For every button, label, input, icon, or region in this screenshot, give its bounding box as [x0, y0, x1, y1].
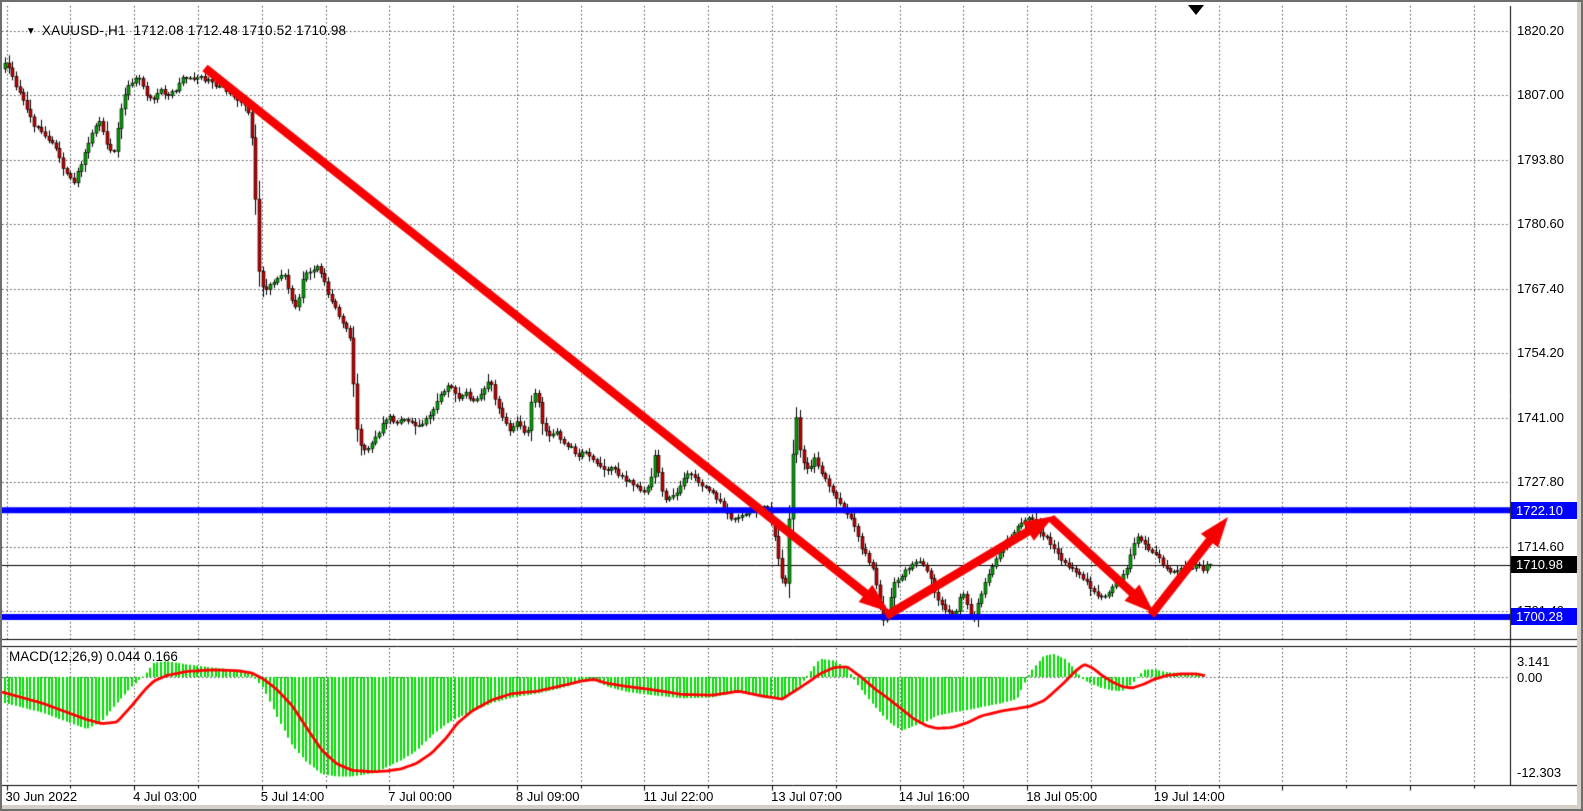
time-axis-label: 18 Jul 05:00 [1026, 789, 1097, 804]
symbol-timeframe-label: XAUUSD-,H1 [42, 23, 126, 38]
time-axis-label: 8 Jul 09:00 [516, 789, 580, 804]
price-tick-label: 1820.20 [1517, 23, 1564, 38]
macd-scale-max: 3.141 [1517, 654, 1550, 669]
price-tick-label: 1741.00 [1517, 410, 1564, 425]
window-right-edge [1577, 2, 1581, 809]
symbol-dropdown-icon[interactable]: ▼ [26, 26, 36, 37]
price-tick-label: 1754.20 [1517, 345, 1564, 360]
time-axis-label: 5 Jul 14:00 [261, 789, 325, 804]
time-axis-label: 11 Jul 22:00 [644, 789, 714, 804]
time-axis-label: 7 Jul 00:00 [388, 789, 452, 804]
price-tick-label: 1807.00 [1517, 87, 1564, 102]
candlestick-chart-canvas[interactable] [2, 2, 1583, 811]
macd-scale-min: -12.303 [1517, 765, 1561, 780]
time-axis-label: 30 Jun 2022 [6, 789, 78, 804]
level-price-badge: 1722.10 [1511, 502, 1583, 519]
price-tick-label: 1793.80 [1517, 152, 1564, 167]
macd-indicator-label: MACD(12,26,9) 0.044 0.166 [9, 649, 178, 664]
current-price-badge: 1710.98 [1511, 556, 1583, 573]
time-axis-label: 13 Jul 07:00 [771, 789, 842, 804]
time-axis-label: 19 Jul 14:00 [1154, 789, 1225, 804]
time-axis-label: 14 Jul 16:00 [899, 789, 970, 804]
chart-title: ▼ XAUUSD-,H1 1712.08 1712.48 1710.52 1710… [10, 8, 346, 53]
price-tick-label: 1727.80 [1517, 474, 1564, 489]
scroll-to-end-icon[interactable] [1188, 5, 1204, 15]
price-tick-label: 1714.60 [1517, 539, 1564, 554]
window-bottom-edge [2, 805, 1581, 809]
ohlc-quote-line: 1712.08 1712.48 1710.52 1710.98 [134, 23, 347, 38]
time-axis-label: 4 Jul 03:00 [133, 789, 197, 804]
macd-scale-zero: 0.00 [1517, 670, 1542, 685]
level-price-badge: 1700.28 [1511, 608, 1583, 625]
price-tick-label: 1780.60 [1517, 216, 1564, 231]
trading-chart-window: ▼ XAUUSD-,H1 1712.08 1712.48 1710.52 1710… [0, 0, 1583, 811]
price-tick-label: 1767.40 [1517, 281, 1564, 296]
